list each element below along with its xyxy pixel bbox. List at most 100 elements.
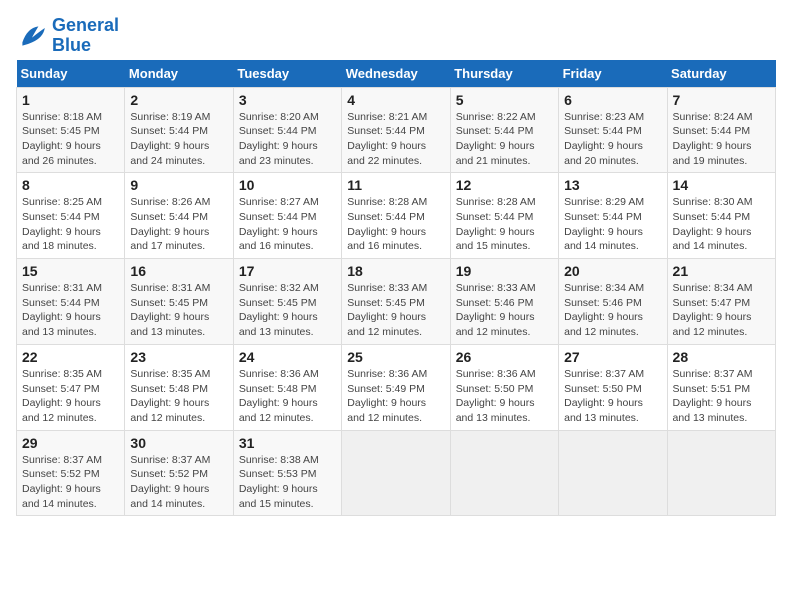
day-info: Sunrise: 8:31 AM Sunset: 5:44 PM Dayligh… — [22, 281, 119, 340]
day-number: 19 — [456, 263, 553, 279]
calendar-cell: 16 Sunrise: 8:31 AM Sunset: 5:45 PM Dayl… — [125, 259, 233, 345]
calendar-cell: 3 Sunrise: 8:20 AM Sunset: 5:44 PM Dayli… — [233, 87, 341, 173]
day-info: Sunrise: 8:27 AM Sunset: 5:44 PM Dayligh… — [239, 195, 336, 254]
day-info: Sunrise: 8:29 AM Sunset: 5:44 PM Dayligh… — [564, 195, 661, 254]
calendar-cell: 13 Sunrise: 8:29 AM Sunset: 5:44 PM Dayl… — [559, 173, 667, 259]
calendar-week-4: 22 Sunrise: 8:35 AM Sunset: 5:47 PM Dayl… — [17, 344, 776, 430]
day-header-tuesday: Tuesday — [233, 60, 341, 88]
calendar-cell: 14 Sunrise: 8:30 AM Sunset: 5:44 PM Dayl… — [667, 173, 775, 259]
day-info: Sunrise: 8:28 AM Sunset: 5:44 PM Dayligh… — [456, 195, 553, 254]
day-info: Sunrise: 8:26 AM Sunset: 5:44 PM Dayligh… — [130, 195, 227, 254]
day-info: Sunrise: 8:36 AM Sunset: 5:49 PM Dayligh… — [347, 367, 444, 426]
day-header-thursday: Thursday — [450, 60, 558, 88]
calendar-cell: 21 Sunrise: 8:34 AM Sunset: 5:47 PM Dayl… — [667, 259, 775, 345]
day-number: 24 — [239, 349, 336, 365]
calendar-week-1: 1 Sunrise: 8:18 AM Sunset: 5:45 PM Dayli… — [17, 87, 776, 173]
calendar-cell: 17 Sunrise: 8:32 AM Sunset: 5:45 PM Dayl… — [233, 259, 341, 345]
calendar-cell: 11 Sunrise: 8:28 AM Sunset: 5:44 PM Dayl… — [342, 173, 450, 259]
day-number: 16 — [130, 263, 227, 279]
day-number: 27 — [564, 349, 661, 365]
day-number: 22 — [22, 349, 119, 365]
day-number: 18 — [347, 263, 444, 279]
day-info: Sunrise: 8:31 AM Sunset: 5:45 PM Dayligh… — [130, 281, 227, 340]
day-number: 11 — [347, 177, 444, 193]
day-number: 31 — [239, 435, 336, 451]
day-info: Sunrise: 8:28 AM Sunset: 5:44 PM Dayligh… — [347, 195, 444, 254]
calendar-cell — [450, 430, 558, 516]
day-number: 12 — [456, 177, 553, 193]
day-number: 9 — [130, 177, 227, 193]
logo-text: General Blue — [52, 16, 119, 56]
day-header-saturday: Saturday — [667, 60, 775, 88]
calendar-cell: 8 Sunrise: 8:25 AM Sunset: 5:44 PM Dayli… — [17, 173, 125, 259]
calendar-cell: 9 Sunrise: 8:26 AM Sunset: 5:44 PM Dayli… — [125, 173, 233, 259]
day-number: 15 — [22, 263, 119, 279]
calendar-cell: 30 Sunrise: 8:37 AM Sunset: 5:52 PM Dayl… — [125, 430, 233, 516]
day-info: Sunrise: 8:20 AM Sunset: 5:44 PM Dayligh… — [239, 110, 336, 169]
day-number: 14 — [673, 177, 770, 193]
calendar-header: SundayMondayTuesdayWednesdayThursdayFrid… — [17, 60, 776, 88]
day-number: 2 — [130, 92, 227, 108]
day-number: 5 — [456, 92, 553, 108]
day-info: Sunrise: 8:21 AM Sunset: 5:44 PM Dayligh… — [347, 110, 444, 169]
calendar-week-3: 15 Sunrise: 8:31 AM Sunset: 5:44 PM Dayl… — [17, 259, 776, 345]
day-number: 7 — [673, 92, 770, 108]
calendar-cell: 7 Sunrise: 8:24 AM Sunset: 5:44 PM Dayli… — [667, 87, 775, 173]
day-number: 26 — [456, 349, 553, 365]
calendar-cell: 1 Sunrise: 8:18 AM Sunset: 5:45 PM Dayli… — [17, 87, 125, 173]
day-info: Sunrise: 8:37 AM Sunset: 5:51 PM Dayligh… — [673, 367, 770, 426]
day-number: 17 — [239, 263, 336, 279]
calendar-cell: 2 Sunrise: 8:19 AM Sunset: 5:44 PM Dayli… — [125, 87, 233, 173]
calendar-cell: 23 Sunrise: 8:35 AM Sunset: 5:48 PM Dayl… — [125, 344, 233, 430]
day-info: Sunrise: 8:35 AM Sunset: 5:48 PM Dayligh… — [130, 367, 227, 426]
calendar-cell — [559, 430, 667, 516]
calendar-cell: 5 Sunrise: 8:22 AM Sunset: 5:44 PM Dayli… — [450, 87, 558, 173]
day-number: 30 — [130, 435, 227, 451]
day-number: 21 — [673, 263, 770, 279]
calendar-cell: 22 Sunrise: 8:35 AM Sunset: 5:47 PM Dayl… — [17, 344, 125, 430]
day-info: Sunrise: 8:35 AM Sunset: 5:47 PM Dayligh… — [22, 367, 119, 426]
day-number: 10 — [239, 177, 336, 193]
calendar-cell: 19 Sunrise: 8:33 AM Sunset: 5:46 PM Dayl… — [450, 259, 558, 345]
calendar-cell: 29 Sunrise: 8:37 AM Sunset: 5:52 PM Dayl… — [17, 430, 125, 516]
day-number: 8 — [22, 177, 119, 193]
day-number: 23 — [130, 349, 227, 365]
logo-icon — [16, 20, 48, 52]
day-info: Sunrise: 8:37 AM Sunset: 5:52 PM Dayligh… — [22, 453, 119, 512]
day-info: Sunrise: 8:37 AM Sunset: 5:50 PM Dayligh… — [564, 367, 661, 426]
day-info: Sunrise: 8:19 AM Sunset: 5:44 PM Dayligh… — [130, 110, 227, 169]
day-info: Sunrise: 8:32 AM Sunset: 5:45 PM Dayligh… — [239, 281, 336, 340]
calendar-cell: 18 Sunrise: 8:33 AM Sunset: 5:45 PM Dayl… — [342, 259, 450, 345]
calendar-cell: 10 Sunrise: 8:27 AM Sunset: 5:44 PM Dayl… — [233, 173, 341, 259]
day-number: 20 — [564, 263, 661, 279]
day-number: 6 — [564, 92, 661, 108]
calendar-cell — [342, 430, 450, 516]
calendar-cell: 28 Sunrise: 8:37 AM Sunset: 5:51 PM Dayl… — [667, 344, 775, 430]
day-info: Sunrise: 8:22 AM Sunset: 5:44 PM Dayligh… — [456, 110, 553, 169]
calendar-cell: 24 Sunrise: 8:36 AM Sunset: 5:48 PM Dayl… — [233, 344, 341, 430]
day-info: Sunrise: 8:37 AM Sunset: 5:52 PM Dayligh… — [130, 453, 227, 512]
calendar-cell: 27 Sunrise: 8:37 AM Sunset: 5:50 PM Dayl… — [559, 344, 667, 430]
page-header: General Blue — [16, 16, 776, 56]
calendar-cell: 31 Sunrise: 8:38 AM Sunset: 5:53 PM Dayl… — [233, 430, 341, 516]
day-info: Sunrise: 8:24 AM Sunset: 5:44 PM Dayligh… — [673, 110, 770, 169]
day-info: Sunrise: 8:18 AM Sunset: 5:45 PM Dayligh… — [22, 110, 119, 169]
calendar-week-2: 8 Sunrise: 8:25 AM Sunset: 5:44 PM Dayli… — [17, 173, 776, 259]
calendar-cell: 15 Sunrise: 8:31 AM Sunset: 5:44 PM Dayl… — [17, 259, 125, 345]
day-info: Sunrise: 8:34 AM Sunset: 5:47 PM Dayligh… — [673, 281, 770, 340]
calendar-cell: 12 Sunrise: 8:28 AM Sunset: 5:44 PM Dayl… — [450, 173, 558, 259]
day-info: Sunrise: 8:36 AM Sunset: 5:50 PM Dayligh… — [456, 367, 553, 426]
day-info: Sunrise: 8:25 AM Sunset: 5:44 PM Dayligh… — [22, 195, 119, 254]
day-header-monday: Monday — [125, 60, 233, 88]
day-info: Sunrise: 8:36 AM Sunset: 5:48 PM Dayligh… — [239, 367, 336, 426]
calendar-week-5: 29 Sunrise: 8:37 AM Sunset: 5:52 PM Dayl… — [17, 430, 776, 516]
calendar-body: 1 Sunrise: 8:18 AM Sunset: 5:45 PM Dayli… — [17, 87, 776, 516]
day-number: 25 — [347, 349, 444, 365]
calendar-cell: 25 Sunrise: 8:36 AM Sunset: 5:49 PM Dayl… — [342, 344, 450, 430]
day-number: 4 — [347, 92, 444, 108]
day-info: Sunrise: 8:34 AM Sunset: 5:46 PM Dayligh… — [564, 281, 661, 340]
calendar-cell — [667, 430, 775, 516]
day-info: Sunrise: 8:33 AM Sunset: 5:46 PM Dayligh… — [456, 281, 553, 340]
logo: General Blue — [16, 16, 119, 56]
calendar-cell: 20 Sunrise: 8:34 AM Sunset: 5:46 PM Dayl… — [559, 259, 667, 345]
